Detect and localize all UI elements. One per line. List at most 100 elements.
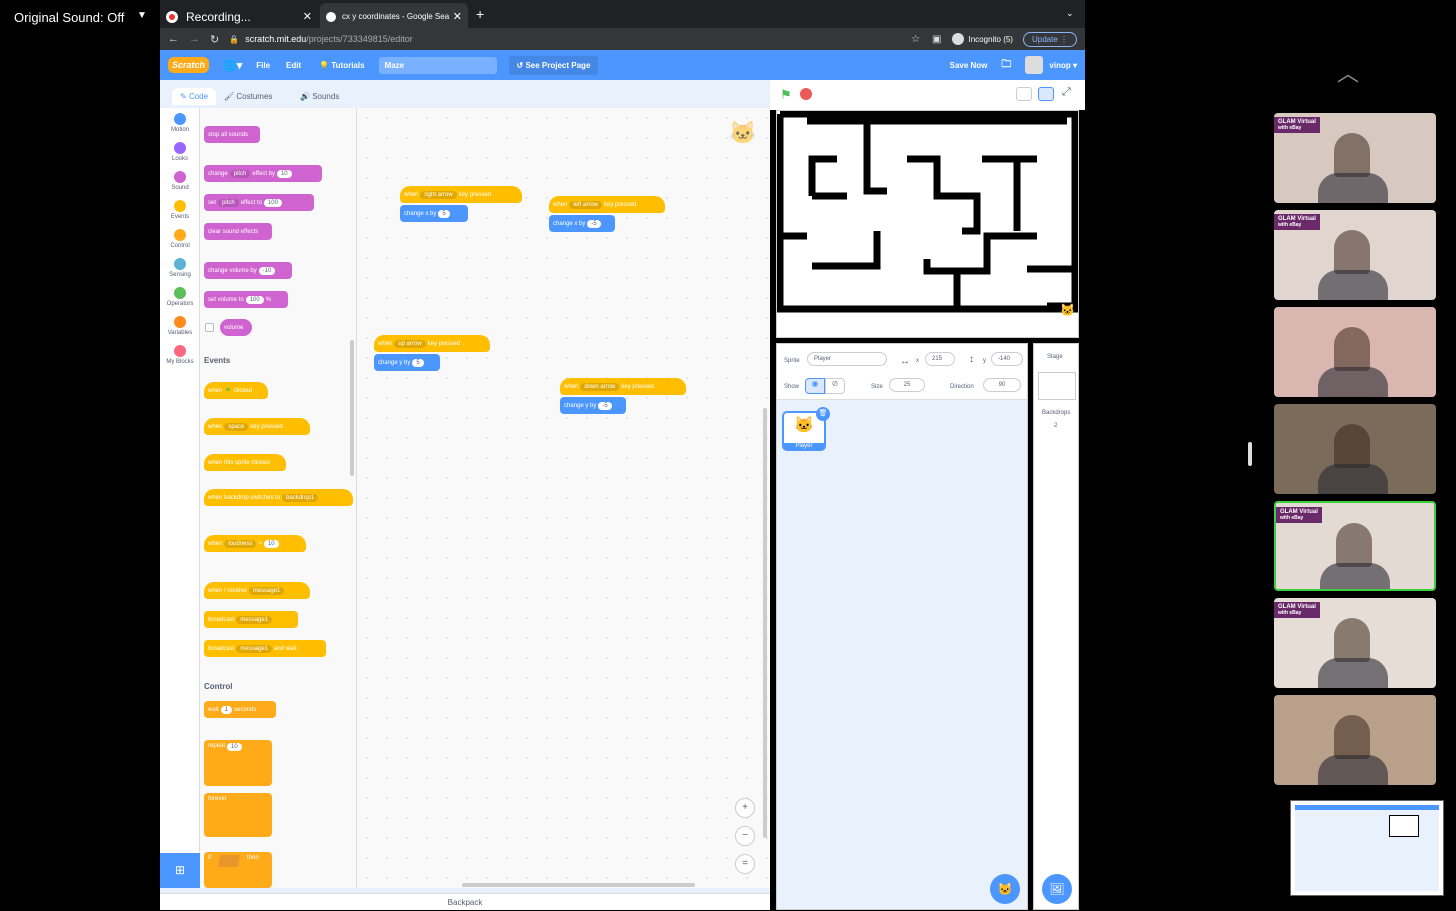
x-input[interactable]: 215 bbox=[925, 352, 955, 366]
update-button[interactable]: Update ⋮ bbox=[1022, 31, 1077, 47]
backpack-bar[interactable]: Backpack bbox=[160, 893, 770, 910]
palette-scrollbar[interactable] bbox=[350, 340, 354, 476]
sprite-name-input[interactable]: Player bbox=[807, 352, 887, 366]
broadcast-block[interactable]: broadcast message1 bbox=[204, 611, 298, 628]
back-icon[interactable]: ← bbox=[168, 33, 179, 45]
close-icon[interactable]: ✕ bbox=[303, 10, 312, 23]
scratch-logo[interactable]: Scratch bbox=[168, 57, 210, 73]
tab-recording[interactable]: Recording... ✕ bbox=[166, 3, 318, 30]
participant-video[interactable]: GLAM Virtual with eBay bbox=[1274, 598, 1436, 688]
choose-backdrop-button[interactable]: 🖼 bbox=[1042, 874, 1072, 904]
direction-input[interactable]: 90 bbox=[983, 378, 1021, 392]
delete-sprite-icon[interactable]: 🗑 bbox=[816, 407, 830, 421]
save-now-button[interactable]: Save Now bbox=[950, 61, 988, 70]
collapse-chevron-icon[interactable]: ︿ bbox=[1337, 56, 1359, 88]
script-workspace[interactable]: 🐱 when right arrow key pressed change x by… bbox=[357, 108, 770, 888]
chevron-down-icon[interactable]: ▼ bbox=[137, 10, 147, 21]
original-sound-toggle[interactable]: Original Sound: Off bbox=[14, 10, 124, 25]
category-operators[interactable]: Operators bbox=[160, 287, 200, 307]
when-key-pressed-block[interactable]: when space key pressed bbox=[204, 418, 310, 435]
backdrop-thumbnail[interactable] bbox=[1038, 372, 1076, 400]
participant-video[interactable] bbox=[1274, 695, 1436, 785]
participant-video[interactable] bbox=[1274, 404, 1436, 494]
forward-icon[interactable]: → bbox=[189, 33, 200, 45]
script-right[interactable]: when right arrow key pressed change x by 5 bbox=[400, 186, 522, 222]
tutorials-button[interactable]: 💡 Tutorials bbox=[319, 61, 364, 70]
when-sprite-clicked-block[interactable]: when this sprite clicked bbox=[204, 454, 286, 471]
menu-edit[interactable]: Edit bbox=[286, 61, 301, 70]
y-input[interactable]: -140 bbox=[991, 352, 1023, 366]
show-visible-icon[interactable]: ◉ bbox=[805, 378, 825, 394]
volume-reporter[interactable]: volume bbox=[220, 319, 252, 336]
user-menu[interactable]: vinop ▾ bbox=[1049, 61, 1077, 70]
tab-code[interactable]: ✎ Code bbox=[172, 88, 217, 105]
stop-all-sounds-block[interactable]: stop all sounds bbox=[204, 126, 260, 143]
category-looks[interactable]: Looks bbox=[160, 142, 200, 162]
stop-icon[interactable] bbox=[800, 88, 812, 100]
size-input[interactable]: 25 bbox=[889, 378, 925, 392]
participant-video[interactable]: GLAM Virtual with eBay bbox=[1274, 210, 1436, 300]
screen-share-thumbnail[interactable] bbox=[1290, 800, 1444, 896]
gallery-scroll-handle[interactable] bbox=[1248, 442, 1252, 466]
participant-video[interactable]: GLAM Virtual with eBay bbox=[1274, 501, 1436, 591]
close-icon[interactable]: ✕ bbox=[453, 10, 462, 23]
when-backdrop-switches-block[interactable]: when backdrop switches to backdrop1 bbox=[204, 489, 353, 506]
script-down[interactable]: when down arrow key pressed change y by -5 bbox=[560, 378, 686, 414]
zoom-out-icon[interactable]: − bbox=[735, 826, 755, 846]
stage-canvas[interactable]: 🐱 bbox=[776, 110, 1079, 338]
choose-sprite-button[interactable]: 🐱 bbox=[990, 874, 1020, 904]
category-variables[interactable]: Variables bbox=[160, 316, 200, 336]
show-hidden-icon[interactable]: ⊘ bbox=[825, 378, 845, 394]
forever-block[interactable]: forever bbox=[204, 793, 272, 837]
tab-sounds[interactable]: 🔊 Sounds bbox=[300, 92, 339, 101]
small-stage-icon[interactable] bbox=[1016, 87, 1032, 101]
green-flag-icon[interactable]: ⚑ bbox=[780, 87, 792, 103]
star-icon[interactable]: ☆ bbox=[911, 34, 920, 45]
globe-icon[interactable]: 🌐▾ bbox=[223, 59, 242, 72]
clear-sound-effects-block[interactable]: clear sound effects bbox=[204, 223, 272, 240]
new-tab-icon[interactable]: + bbox=[476, 6, 484, 22]
participant-video[interactable]: GLAM Virtual with eBay bbox=[1274, 113, 1436, 203]
if-then-block[interactable]: if then bbox=[204, 852, 272, 888]
category-sound[interactable]: Sound bbox=[160, 171, 200, 191]
zoom-in-icon[interactable]: + bbox=[735, 798, 755, 818]
when-flag-clicked-block[interactable]: when ⚑ clicked bbox=[204, 382, 268, 399]
tab-costumes[interactable]: 🖌 Costumes bbox=[224, 92, 272, 101]
incognito-label[interactable]: Incognito (5) bbox=[969, 35, 1013, 44]
category-sensing[interactable]: Sensing bbox=[160, 258, 200, 278]
change-volume-block[interactable]: change volume by -10 bbox=[204, 262, 292, 279]
when-i-receive-block[interactable]: when I receive message1 bbox=[204, 582, 310, 599]
vertical-scrollbar[interactable] bbox=[763, 408, 767, 838]
my-stuff-icon[interactable]: 🗀 bbox=[1001, 57, 1011, 74]
script-left[interactable]: when left arrow key pressed change x by -5 bbox=[549, 196, 665, 232]
volume-checkbox[interactable] bbox=[205, 323, 214, 332]
see-project-page-button[interactable]: ↺ See Project Page bbox=[508, 55, 599, 75]
project-title-input[interactable]: Maze bbox=[378, 56, 497, 74]
fullscreen-icon[interactable]: ⤢ bbox=[1062, 86, 1071, 99]
category-control[interactable]: Control bbox=[160, 229, 200, 249]
sidebar-icon[interactable]: ▣ bbox=[932, 34, 941, 45]
wait-block[interactable]: wait 1 seconds bbox=[204, 701, 276, 718]
sprite-thumbnail[interactable]: 🐱 Player 🗑 bbox=[782, 407, 830, 451]
category-events[interactable]: Events bbox=[160, 200, 200, 220]
add-extension-button[interactable]: ⊞ bbox=[160, 853, 200, 888]
reload-icon[interactable]: ↻ bbox=[210, 33, 219, 46]
category-motion[interactable]: Motion bbox=[160, 113, 200, 133]
menu-file[interactable]: File bbox=[256, 61, 270, 70]
when-loudness-block[interactable]: when loudness >10 bbox=[204, 535, 306, 552]
change-effect-block[interactable]: change pitch effect by 10 bbox=[204, 165, 322, 182]
broadcast-and-wait-block[interactable]: broadcast message1 and wait bbox=[204, 640, 326, 657]
script-up[interactable]: when up arrow key pressed change y by 5 bbox=[374, 335, 490, 371]
zoom-reset-icon[interactable]: = bbox=[735, 854, 755, 874]
tab-search-icon[interactable]: ⌄ bbox=[1066, 8, 1074, 19]
category-my-blocks[interactable]: My Blocks bbox=[160, 345, 200, 365]
participant-video[interactable] bbox=[1274, 307, 1436, 397]
hexagon-slot[interactable] bbox=[217, 855, 241, 867]
avatar[interactable] bbox=[1025, 56, 1044, 74]
repeat-block[interactable]: repeat 10 bbox=[204, 740, 272, 786]
large-stage-icon[interactable] bbox=[1038, 87, 1054, 101]
tab-google-search[interactable]: cx y coordinates - Google Sea ✕ bbox=[320, 3, 468, 30]
url-field[interactable]: scratch.mit.edu/projects/733349815/edito… bbox=[245, 34, 413, 44]
set-effect-block[interactable]: set pitch effect to 100 bbox=[204, 194, 314, 211]
stage-selector[interactable]: Stage Backdrops 2 🖼 bbox=[1033, 343, 1079, 910]
